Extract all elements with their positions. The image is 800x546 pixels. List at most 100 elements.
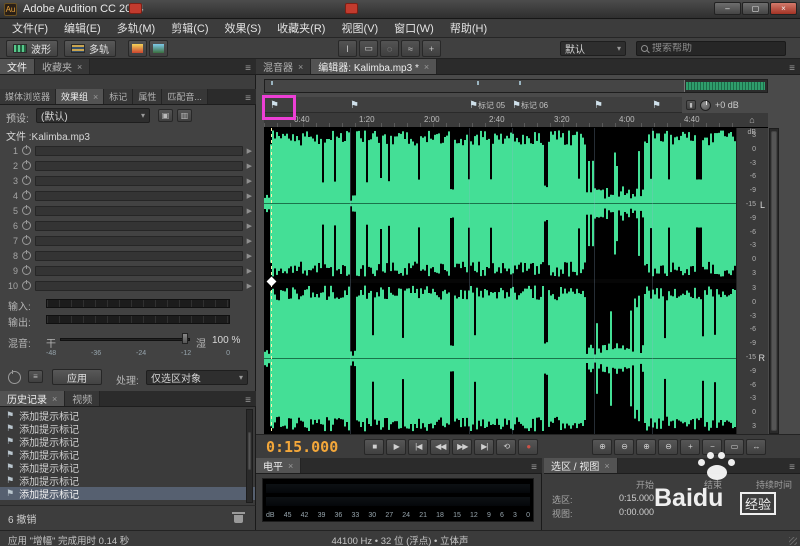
chevron-right-icon[interactable]: ▶ — [247, 162, 252, 170]
power-icon[interactable] — [22, 251, 31, 260]
tab-media-browser[interactable]: 媒体浏览器 — [0, 89, 56, 104]
tab-selection-view[interactable]: 选区 / 视图× — [544, 458, 618, 473]
effects-rack-slot[interactable]: 5▶ — [0, 203, 256, 218]
save-preset-icon[interactable]: ▣ — [158, 109, 173, 122]
gain-knob[interactable] — [700, 100, 711, 111]
chevron-right-icon[interactable]: ▶ — [247, 237, 252, 245]
close-button[interactable]: × — [770, 2, 797, 15]
marker-flag[interactable]: ⚑ — [652, 100, 661, 111]
power-icon[interactable] — [22, 266, 31, 275]
panel-menu-icon[interactable]: ≡ — [240, 63, 256, 74]
power-icon[interactable] — [22, 281, 31, 290]
effects-rack-slot[interactable]: 9▶ — [0, 263, 256, 278]
rewind-button[interactable]: ◀◀ — [430, 439, 450, 455]
menu-item-2[interactable]: 编辑(E) — [56, 19, 109, 37]
close-icon[interactable]: × — [52, 394, 57, 404]
preset-dropdown[interactable]: (默认) ▾ — [36, 108, 150, 123]
paintbrush-selection-tool[interactable]: ≈ — [401, 40, 420, 57]
slot-field[interactable] — [35, 176, 243, 186]
panel-menu-icon[interactable]: ≡ — [784, 63, 800, 74]
menu-item-9[interactable]: 帮助(H) — [442, 19, 495, 37]
vertical-scrollbar[interactable] — [769, 128, 779, 434]
power-icon[interactable] — [22, 206, 31, 215]
waveform-display[interactable] — [264, 128, 736, 434]
chevron-right-icon[interactable]: ▶ — [247, 222, 252, 230]
power-icon[interactable] — [22, 236, 31, 245]
waveform-view-button[interactable]: 波形 — [6, 40, 58, 57]
marker-flag[interactable]: ⚑ — [469, 100, 478, 111]
menu-item-5[interactable]: 效果(S) — [217, 19, 270, 37]
tab-history[interactable]: 历史记录× — [0, 391, 65, 406]
time-selection-tool[interactable]: I — [338, 40, 357, 57]
slot-field[interactable] — [35, 146, 243, 156]
slot-field[interactable] — [35, 191, 243, 201]
timeline-ruler[interactable]: 0:401:202:002:403:204:004:40 — [264, 113, 736, 128]
show-spectrum-button[interactable] — [128, 40, 147, 57]
skip-to-end-button[interactable]: ▶| — [474, 439, 494, 455]
record-button[interactable]: ● — [518, 439, 538, 455]
power-icon[interactable] — [22, 146, 31, 155]
effects-rack-slot[interactable]: 2▶ — [0, 158, 256, 173]
zoom-out-button[interactable]: ⊖ — [614, 439, 634, 455]
close-icon[interactable]: × — [288, 461, 293, 471]
marker-flag[interactable]: ⚑ — [350, 100, 359, 111]
panel-menu-icon[interactable]: ≡ — [240, 395, 256, 406]
tab-properties[interactable]: 属性 — [133, 89, 162, 104]
menu-item-1[interactable]: 文件(F) — [4, 19, 56, 37]
history-entry[interactable]: ⚑添加提示标记 — [0, 487, 255, 500]
power-icon[interactable] — [22, 191, 31, 200]
chevron-right-icon[interactable]: ▶ — [247, 177, 252, 185]
chevron-right-icon[interactable]: ▶ — [247, 267, 252, 275]
tab-editor[interactable]: 编辑器: Kalimba.mp3 *× — [311, 59, 437, 74]
effects-rack-slot[interactable]: 3▶ — [0, 173, 256, 188]
lasso-selection-tool[interactable]: ◌ — [380, 40, 399, 57]
menu-item-7[interactable]: 视图(V) — [333, 19, 386, 37]
tab-mixer[interactable]: 混音器× — [256, 59, 311, 74]
chevron-right-icon[interactable]: ▶ — [247, 252, 252, 260]
tab-match-loudness[interactable]: 匹配音... — [162, 89, 208, 104]
tab-markers[interactable]: 标记 — [104, 89, 133, 104]
slot-field[interactable] — [35, 281, 243, 291]
scrollbar-thumb[interactable] — [771, 131, 777, 431]
chevron-right-icon[interactable]: ▶ — [247, 282, 252, 290]
tab-favorites[interactable]: 收藏夹× — [35, 59, 90, 74]
power-icon[interactable] — [22, 221, 31, 230]
slot-field[interactable] — [35, 266, 243, 276]
play-button[interactable]: ▶ — [386, 439, 406, 455]
snap-icon[interactable]: ⌂ — [749, 115, 754, 125]
tab-levels[interactable]: 电平× — [256, 458, 301, 473]
workspace-dropdown[interactable]: 默认 ▾ — [560, 41, 626, 56]
slot-field[interactable] — [35, 251, 243, 261]
multitrack-view-button[interactable]: 多轨 — [64, 40, 116, 57]
rack-power-icon[interactable] — [8, 371, 21, 384]
spot-healing-tool[interactable]: + — [422, 40, 441, 57]
title-bar[interactable]: Au Adobe Audition CC 2014 – ▢ × — [0, 0, 800, 19]
power-icon[interactable] — [22, 161, 31, 170]
history-scrollbar[interactable] — [246, 409, 253, 503]
mix-slider[interactable] — [60, 332, 190, 346]
close-icon[interactable]: × — [298, 62, 303, 72]
slot-field[interactable] — [35, 206, 243, 216]
fast-forward-button[interactable]: ▶▶ — [452, 439, 472, 455]
apply-button[interactable]: 应用 — [52, 369, 102, 385]
marker-flag[interactable]: ⚑ — [594, 100, 603, 111]
close-icon[interactable]: × — [93, 92, 98, 102]
power-icon[interactable] — [22, 176, 31, 185]
chevron-right-icon[interactable]: ▶ — [247, 147, 252, 155]
skip-to-start-button[interactable]: |◀ — [408, 439, 428, 455]
effects-rack-slot[interactable]: 4▶ — [0, 188, 256, 203]
menu-item-3[interactable]: 多轨(M) — [109, 19, 164, 37]
process-dropdown[interactable]: 仅选区对象 ▾ — [146, 370, 248, 385]
zoom-in-button[interactable]: ⊕ — [592, 439, 612, 455]
rack-settings-icon[interactable]: ≡ — [28, 370, 43, 383]
view-range-indicator[interactable] — [265, 80, 685, 92]
scrollbar-thumb[interactable] — [248, 432, 251, 470]
chevron-right-icon[interactable]: ▶ — [247, 192, 252, 200]
menu-item-4[interactable]: 剪辑(C) — [163, 19, 216, 37]
trash-icon[interactable] — [232, 512, 245, 524]
close-icon[interactable]: × — [424, 62, 429, 72]
slot-field[interactable] — [35, 161, 243, 171]
menu-item-8[interactable]: 窗口(W) — [386, 19, 442, 37]
marker-lane[interactable]: ⚑ ⚑ ⚑ 标记 05 ⚑ 标记 06 ⚑ ⚑ — [264, 97, 736, 113]
marquee-selection-tool[interactable]: ▭ — [359, 40, 378, 57]
